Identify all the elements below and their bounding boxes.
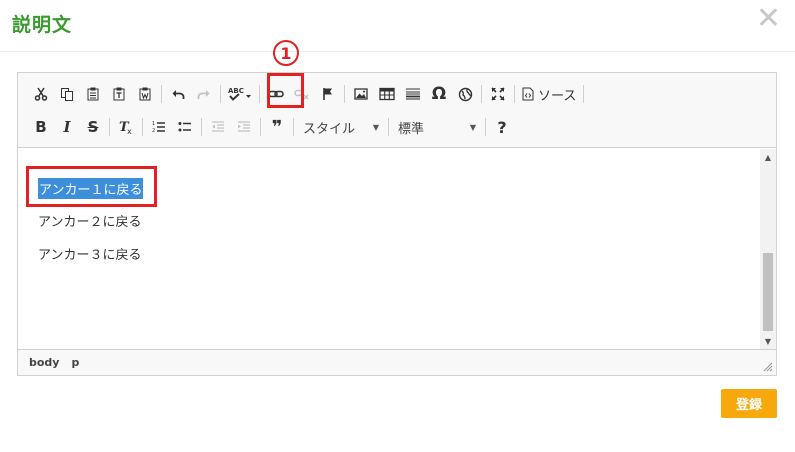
copy-icon[interactable] — [54, 81, 80, 107]
toolbar-separator — [220, 85, 221, 103]
toolbar-separator — [109, 118, 110, 136]
close-icon[interactable]: ✕ — [756, 4, 781, 34]
scroll-up-icon[interactable]: ▲ — [760, 149, 776, 165]
content-line-1[interactable]: アンカー１に戻る — [38, 178, 144, 199]
svg-text:1: 1 — [152, 121, 155, 127]
toolbar-separator — [481, 85, 482, 103]
paste-text-icon[interactable] — [106, 81, 132, 107]
unlink-icon[interactable] — [289, 81, 315, 107]
toolbar-separator — [201, 118, 202, 136]
source-label: ソース — [538, 88, 577, 104]
indent-icon[interactable] — [231, 114, 257, 140]
table-icon[interactable] — [374, 81, 400, 107]
toolbar-separator — [293, 118, 294, 136]
svg-text:2: 2 — [152, 128, 155, 134]
editor-content[interactable]: アンカー１に戻る アンカー２に戻る アンカー３に戻る — [18, 149, 776, 349]
content-line-2[interactable]: アンカー２に戻る — [38, 211, 141, 230]
style-dropdown[interactable]: スタイル ▼ — [297, 116, 385, 138]
paste-icon[interactable] — [80, 81, 106, 107]
format-dropdown[interactable]: 標準 ▼ — [392, 116, 482, 138]
help-icon[interactable]: ? — [489, 114, 515, 140]
annotation-marker: 1 — [273, 40, 299, 66]
scroll-down-icon[interactable]: ▼ — [760, 333, 776, 349]
toolbar-separator — [142, 118, 143, 136]
image-icon[interactable] — [348, 81, 374, 107]
title-divider — [0, 51, 795, 52]
toolbar-row-1: ABC Ω ソース — [28, 81, 587, 107]
special-char-icon[interactable]: Ω — [426, 81, 452, 107]
spellcheck-icon[interactable]: ABC — [224, 81, 256, 107]
horizontal-line-icon[interactable] — [400, 81, 426, 107]
submit-button[interactable]: 登録 — [721, 389, 777, 418]
link-icon[interactable] — [263, 81, 289, 107]
content-line-3[interactable]: アンカー３に戻る — [38, 244, 141, 263]
path-item-p[interactable]: p — [71, 356, 79, 369]
source-icon — [522, 87, 534, 101]
numbered-list-icon[interactable]: 12 — [146, 114, 172, 140]
italic-button[interactable]: I — [54, 114, 80, 140]
format-dropdown-label: 標準 — [398, 121, 425, 137]
strike-button[interactable]: S — [80, 114, 106, 140]
toolbar-separator — [388, 118, 389, 136]
toolbar-separator — [344, 85, 345, 103]
element-path-bar: body p — [18, 349, 776, 375]
path-item-body[interactable]: body — [29, 356, 59, 369]
dialog-title: 説明文 — [12, 14, 73, 36]
redo-icon[interactable] — [191, 81, 217, 107]
bold-button[interactable]: B — [28, 114, 54, 140]
bulleted-list-icon[interactable] — [172, 114, 198, 140]
toolbar-separator — [259, 85, 260, 103]
outdent-icon[interactable] — [205, 114, 231, 140]
toolbar-separator — [260, 118, 261, 136]
remove-format-icon[interactable]: Tx — [113, 114, 139, 140]
scroll-thumb[interactable] — [763, 253, 773, 331]
svg-text:ABC: ABC — [228, 87, 244, 95]
toolbar-row-2: B I S Tx 12 ❞ スタイル ▼ 標準 ▼ ? — [28, 114, 515, 140]
paste-word-icon[interactable] — [132, 81, 158, 107]
toolbar-separator — [583, 85, 585, 103]
editor-scrollbar[interactable]: ▲ ▼ — [760, 149, 776, 349]
resize-handle-icon[interactable] — [763, 362, 773, 372]
toolbar-separator — [161, 85, 162, 103]
chevron-down-icon: ▼ — [372, 122, 379, 132]
toolbar-separator — [514, 85, 515, 103]
style-dropdown-label: スタイル — [303, 121, 356, 137]
chevron-down-icon: ▼ — [469, 122, 476, 132]
iframe-icon[interactable] — [452, 81, 478, 107]
editor-toolbar: ABC Ω ソース B I S T x 1 2 ❞ スタイル ▼ 標準 ▼ ? — [18, 73, 776, 148]
rich-text-editor: ABC Ω ソース B I S T x 1 2 ❞ スタイル ▼ 標準 ▼ ? … — [17, 72, 777, 376]
cut-icon[interactable] — [28, 81, 54, 107]
anchor-icon[interactable] — [315, 81, 341, 107]
svg-text:x: x — [127, 127, 132, 135]
maximize-icon[interactable] — [485, 81, 511, 107]
source-button[interactable]: ソース — [518, 81, 580, 107]
toolbar-separator — [485, 118, 486, 136]
blockquote-icon[interactable]: ❞ — [264, 114, 290, 140]
undo-icon[interactable] — [165, 81, 191, 107]
